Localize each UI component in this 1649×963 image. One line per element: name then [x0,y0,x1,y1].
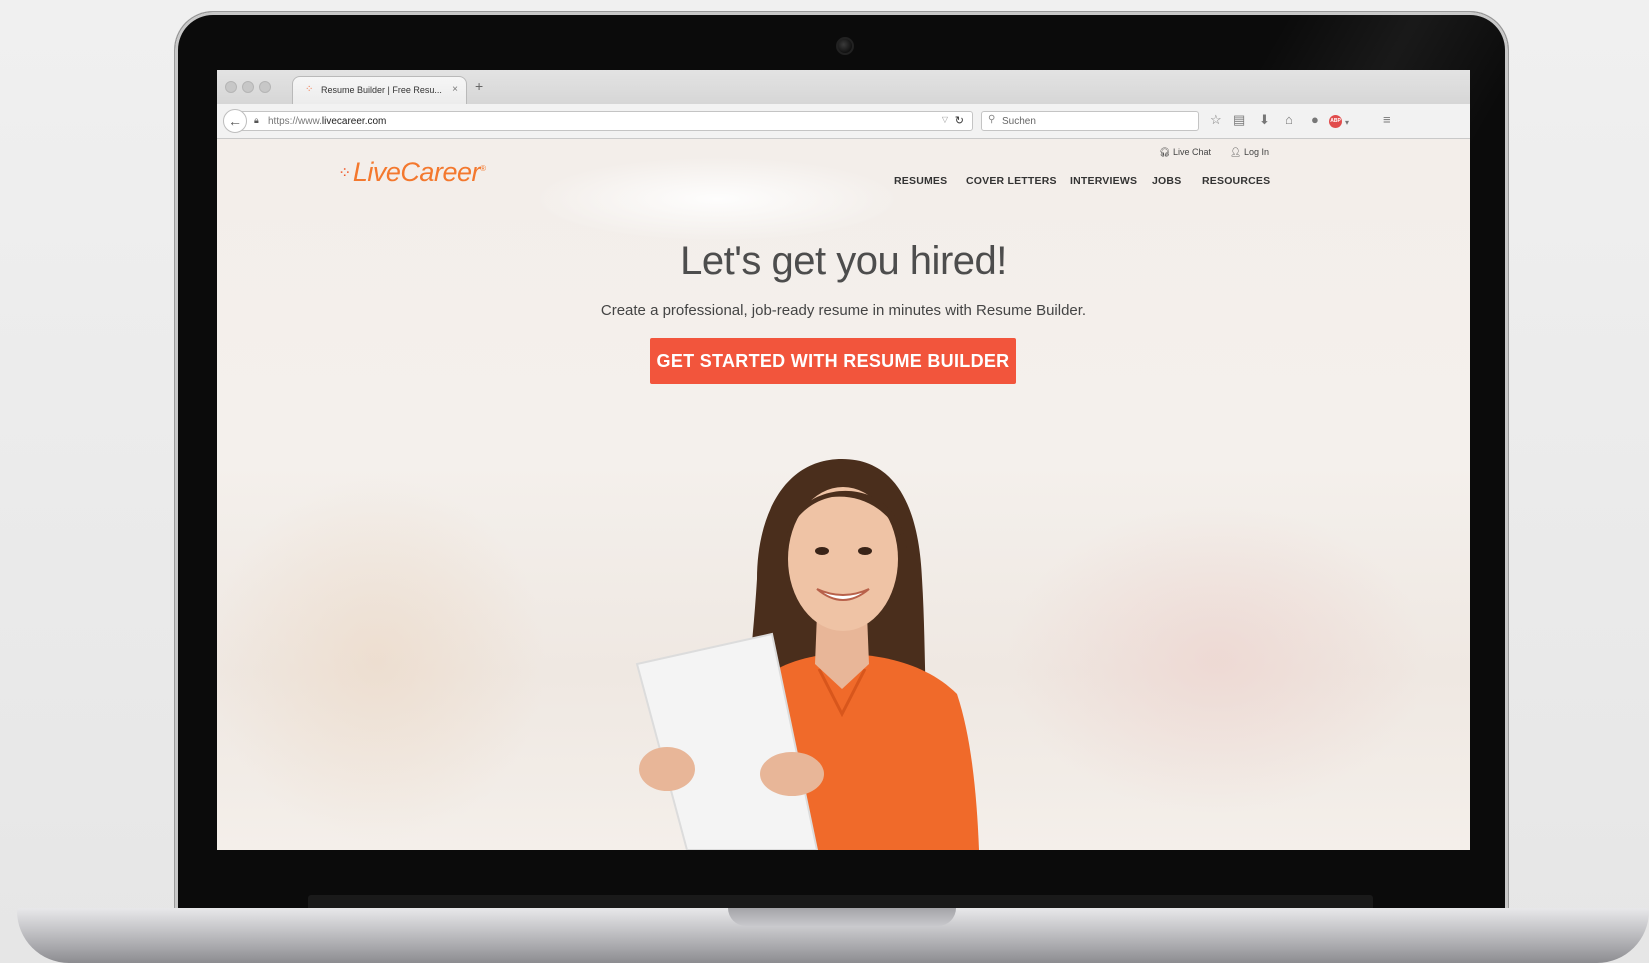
search-input[interactable]: ⚲ Suchen [981,111,1199,131]
reload-icon[interactable]: ↻ [955,114,964,127]
laptop-hinge [308,895,1373,909]
menu-icon[interactable]: ≡ [1383,113,1391,127]
search-icon: ⚲ [988,114,996,125]
lock-icon: 🔒︎ [254,115,259,125]
web-page: ⁘LiveCareer® 🎧︎ Live Chat 👤︎ Log In RESU… [217,139,1470,850]
hero-subtitle: Create a professional, job-ready resume … [600,302,1087,319]
nav-jobs[interactable]: JOBS [1152,175,1181,187]
nav-resumes[interactable]: RESUMES [894,175,947,187]
browser-nav-bar: 🔒︎ https://www.livecareer.com ▽ ↻ ← ⚲ Su… [217,104,1470,139]
adblock-icon[interactable]: ABP [1329,115,1342,128]
browser-tab-bar: ⁘ Resume Builder | Free Resu... × + [217,70,1470,104]
tab-title: Resume Builder | Free Resu... [321,85,442,95]
logo-dots-icon: ⁘ [338,165,351,182]
hero-title: Let's get you hired! [680,239,1007,283]
new-tab-button[interactable]: + [475,78,483,94]
site-logo[interactable]: ⁘LiveCareer® [338,157,486,188]
url-text: https://www.livecareer.com [268,116,387,127]
live-chat-link[interactable]: 🎧︎ Live Chat [1159,147,1211,158]
user-icon: 👤︎ [1230,147,1242,157]
camera-icon [836,37,854,55]
nav-cover-letters[interactable]: COVER LETTERS [966,175,1057,187]
star-icon[interactable]: ☆ [1210,113,1222,127]
url-dropdown-icon[interactable]: ▽ [942,115,948,124]
laptop-screen: ⁘ Resume Builder | Free Resu... × + 🔒︎ h… [217,70,1470,850]
headset-icon: 🎧︎ [1159,147,1171,157]
login-link[interactable]: 👤︎ Log In [1230,147,1269,158]
search-placeholder: Suchen [1002,116,1036,127]
back-icon: ← [228,113,242,129]
chat-icon[interactable]: ● [1311,113,1319,127]
address-bar[interactable]: 🔒︎ https://www.livecareer.com ▽ ↻ [241,111,973,131]
window-zoom-dot[interactable] [259,81,271,93]
adblock-dropdown-icon[interactable]: ▾ [1345,116,1349,130]
hero-person-image [635,459,979,850]
tab-close-icon[interactable]: × [452,84,458,95]
home-icon[interactable]: ⌂ [1285,113,1293,127]
nav-resources[interactable]: RESOURCES [1202,175,1270,187]
browser-tab[interactable]: ⁘ Resume Builder | Free Resu... × [292,76,467,104]
reading-list-icon[interactable]: ▤ [1233,113,1245,127]
window-close-dot[interactable] [225,81,237,93]
download-icon[interactable]: ⬇ [1259,113,1270,127]
favicon-icon: ⁘ [305,84,314,95]
get-started-button[interactable]: GET STARTED WITH RESUME BUILDER [650,338,1016,384]
window-minimize-dot[interactable] [242,81,254,93]
back-button[interactable]: ← [223,109,247,133]
nav-interviews[interactable]: INTERVIEWS [1070,175,1137,187]
laptop-notch [728,908,956,926]
